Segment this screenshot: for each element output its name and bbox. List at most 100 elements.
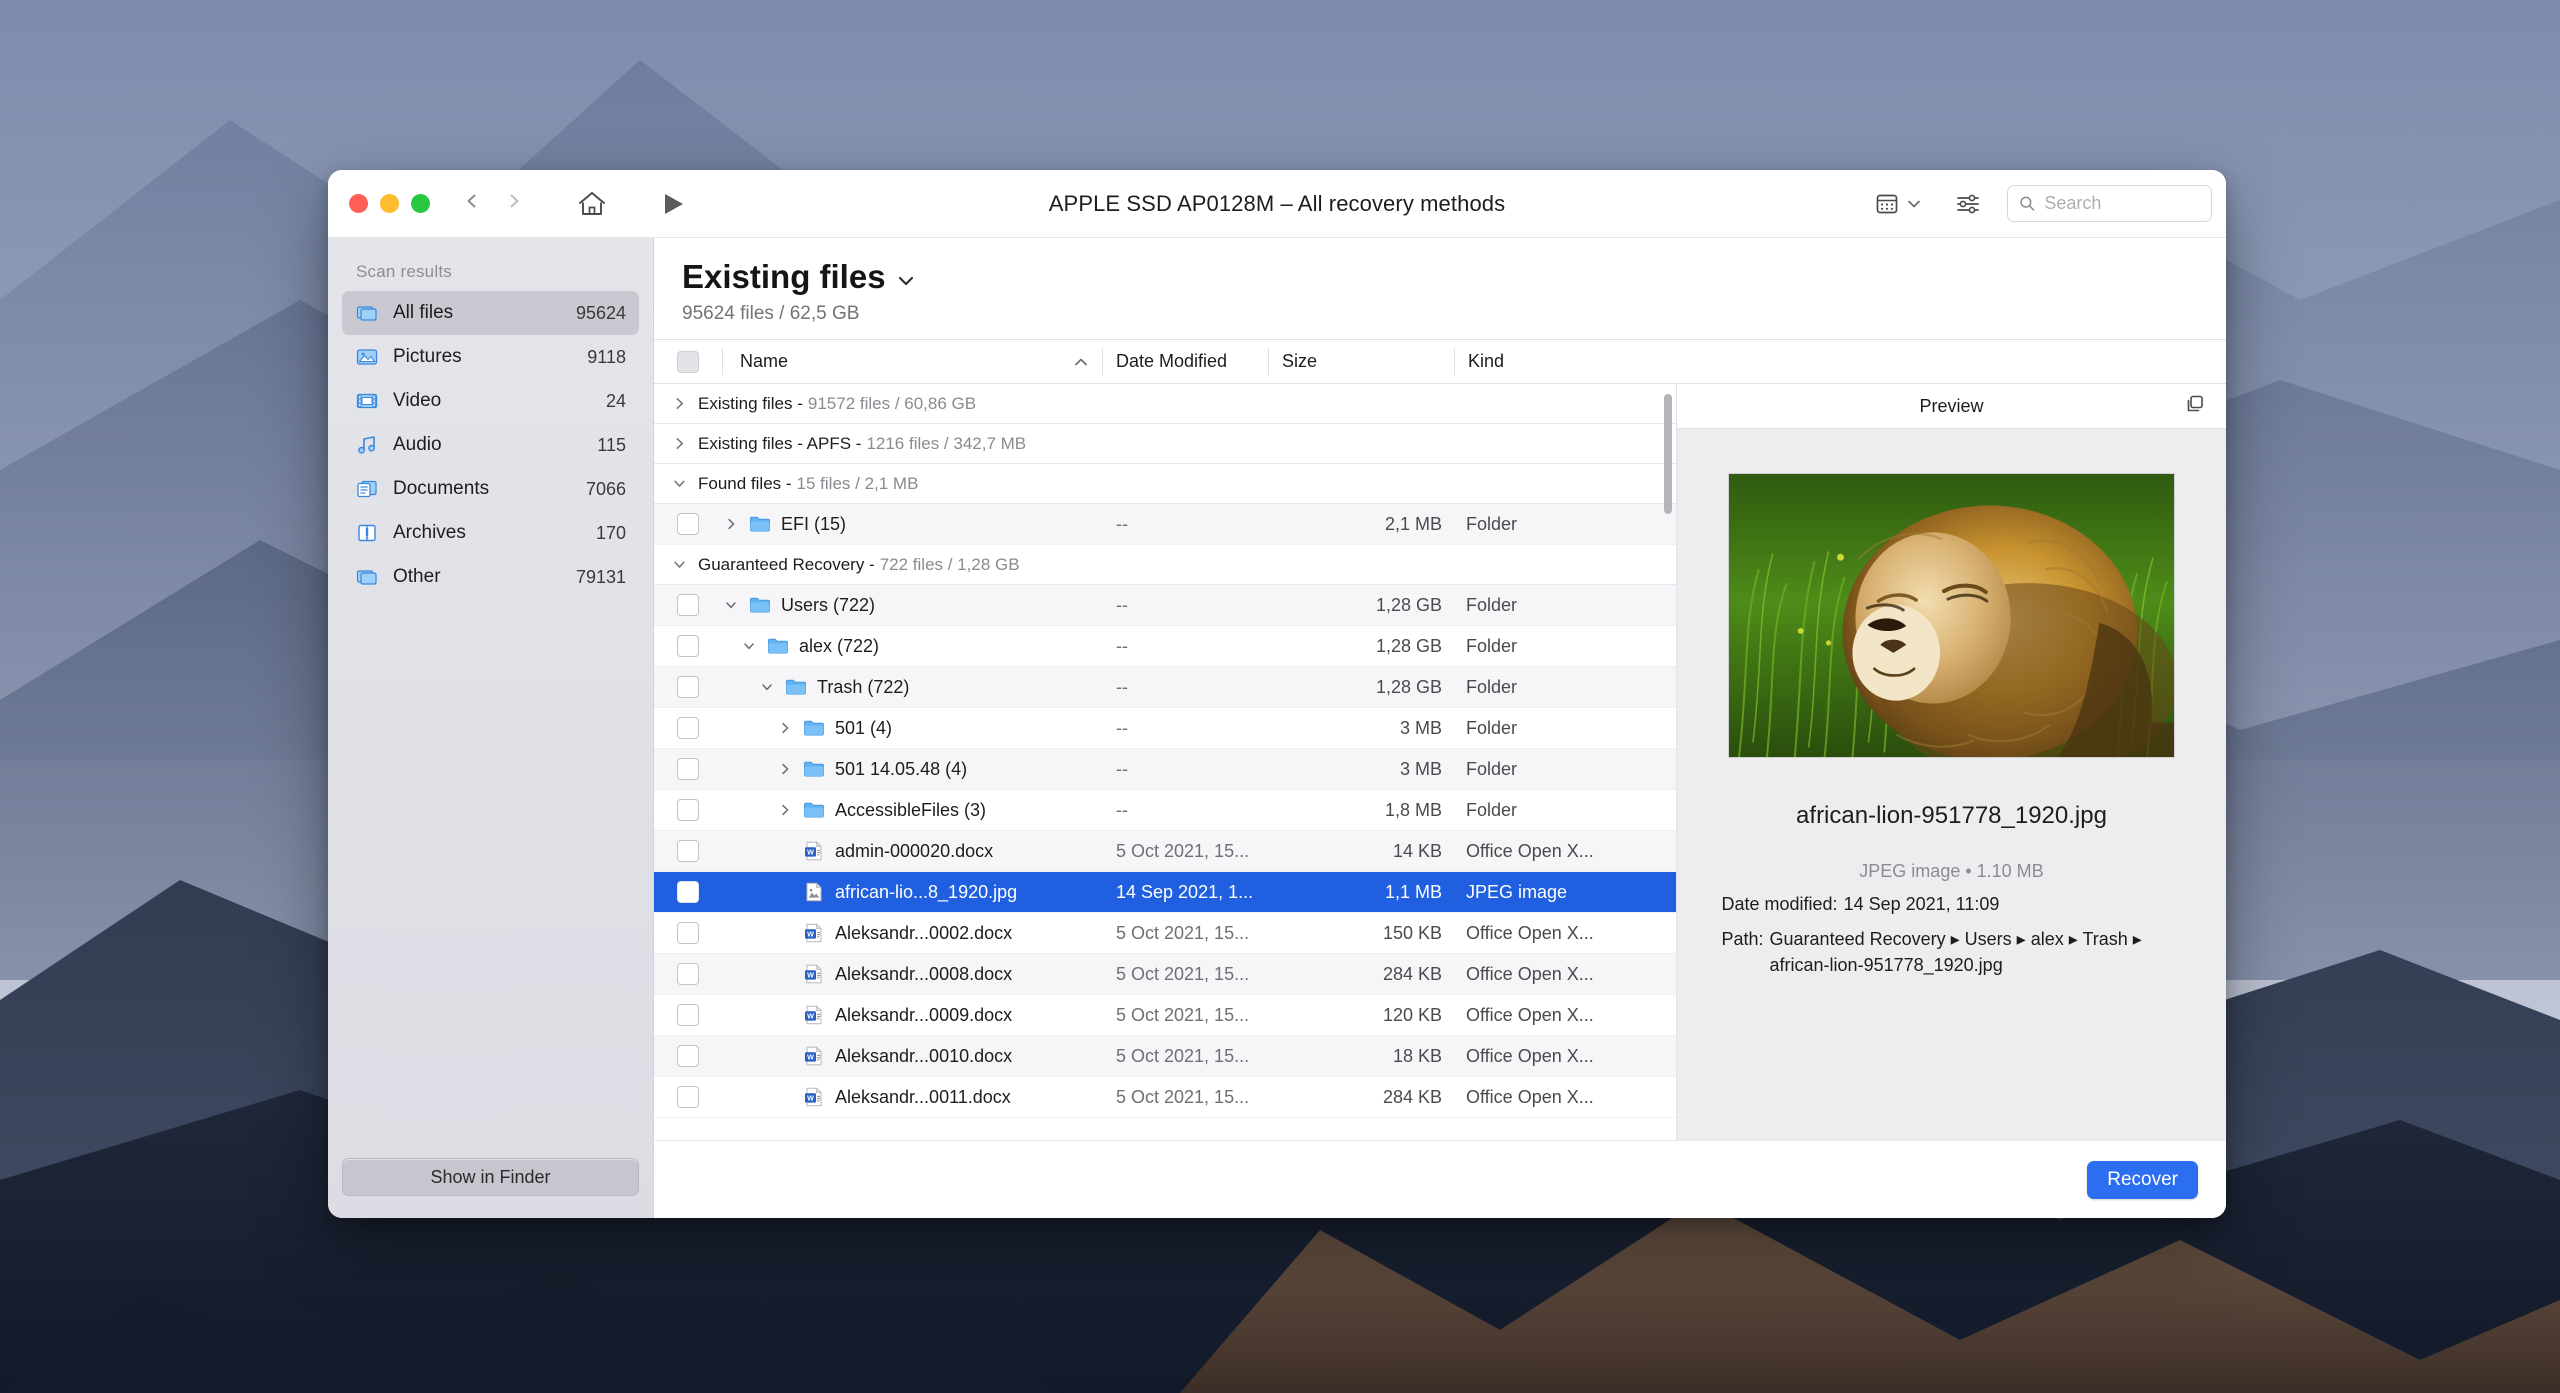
table-row[interactable]: 501 14.05.48 (4) -- 3 MB Folder bbox=[654, 749, 1676, 790]
select-all-checkbox-cell[interactable] bbox=[654, 340, 722, 383]
table-row[interactable]: Users (722) -- 1,28 GB Folder bbox=[654, 585, 1676, 626]
view-mode-button[interactable] bbox=[1874, 191, 1921, 217]
table-row[interactable]: Trash (722) -- 1,28 GB Folder bbox=[654, 667, 1676, 708]
row-checkbox[interactable] bbox=[677, 922, 699, 944]
group-disclosure-triangle[interactable] bbox=[672, 436, 688, 451]
row-checkbox-cell[interactable] bbox=[654, 635, 722, 657]
row-checkbox-cell[interactable] bbox=[654, 513, 722, 535]
table-row[interactable]: alex (722) -- 1,28 GB Folder bbox=[654, 626, 1676, 667]
filter-options-button[interactable] bbox=[1955, 191, 1981, 217]
row-checkbox[interactable] bbox=[677, 1004, 699, 1026]
row-checkbox-cell[interactable] bbox=[654, 676, 722, 698]
sidebar-item-audio[interactable]: Audio 115 bbox=[342, 423, 639, 467]
search-input[interactable] bbox=[2044, 193, 2200, 214]
row-disclosure-triangle[interactable] bbox=[722, 517, 740, 531]
row-filename: Aleksandr...0010.docx bbox=[835, 1045, 1013, 1066]
row-checkbox[interactable] bbox=[677, 758, 699, 780]
column-header-date-modified[interactable]: Date Modified bbox=[1102, 340, 1268, 383]
forward-button[interactable] bbox=[505, 192, 523, 215]
home-button[interactable] bbox=[577, 190, 607, 218]
row-checkbox-cell[interactable] bbox=[654, 799, 722, 821]
group-row[interactable]: Existing files -91572 files / 60,86 GB bbox=[654, 384, 1676, 424]
table-row[interactable]: W Aleksandr...0011.docx 5 Oct 2021, 15... 2… bbox=[654, 1077, 1676, 1118]
row-checkbox-cell[interactable] bbox=[654, 840, 722, 862]
column-header-name[interactable]: Name bbox=[722, 340, 1102, 383]
table-row[interactable]: Wadmin-000020.docx 5 Oct 2021, 15... 14 KB… bbox=[654, 831, 1676, 872]
column-header-size[interactable]: Size bbox=[1268, 340, 1454, 383]
table-row[interactable]: african-lio...8_1920.jpg 14 Sep 2021, 1..… bbox=[654, 872, 1676, 913]
row-checkbox[interactable] bbox=[677, 594, 699, 616]
row-checkbox[interactable] bbox=[677, 799, 699, 821]
row-checkbox[interactable] bbox=[677, 676, 699, 698]
page-title-row: Existing files bbox=[682, 258, 2226, 296]
table-row[interactable]: W Aleksandr...0010.docx 5 Oct 2021, 15... 1… bbox=[654, 1036, 1676, 1077]
row-checkbox[interactable] bbox=[677, 881, 699, 903]
row-checkbox[interactable] bbox=[677, 963, 699, 985]
show-in-finder-button[interactable]: Show in Finder bbox=[342, 1158, 639, 1196]
row-filename: Trash (722) bbox=[817, 676, 910, 697]
row-disclosure-triangle[interactable] bbox=[722, 598, 740, 612]
sidebar-item-documents[interactable]: Documents 7066 bbox=[342, 467, 639, 511]
row-date-modified: 5 Oct 2021, 15... bbox=[1116, 1004, 1250, 1025]
folder-icon bbox=[766, 634, 790, 658]
zoom-window-button[interactable] bbox=[411, 194, 430, 213]
minimize-window-button[interactable] bbox=[380, 194, 399, 213]
start-scan-button[interactable] bbox=[663, 192, 685, 216]
table-row[interactable]: W Aleksandr...0002.docx 5 Oct 2021, 15... 1… bbox=[654, 913, 1676, 954]
row-checkbox-cell[interactable] bbox=[654, 922, 722, 944]
scrollbar-thumb[interactable] bbox=[1664, 394, 1672, 514]
sidebar-item-pictures[interactable]: Pictures 9118 bbox=[342, 335, 639, 379]
vertical-scrollbar[interactable] bbox=[1662, 388, 1674, 1136]
docx-icon: W bbox=[805, 841, 822, 861]
sidebar-item-video[interactable]: Video 24 bbox=[342, 379, 639, 423]
recover-button[interactable]: Recover bbox=[2087, 1160, 2198, 1199]
row-disclosure-triangle[interactable] bbox=[758, 680, 776, 694]
row-checkbox-cell[interactable] bbox=[654, 1045, 722, 1067]
row-checkbox-cell[interactable] bbox=[654, 594, 722, 616]
table-row[interactable]: 501 (4) -- 3 MB Folder bbox=[654, 708, 1676, 749]
row-disclosure-triangle[interactable] bbox=[740, 639, 758, 653]
sidebar-item-archives[interactable]: Archives 170 bbox=[342, 511, 639, 555]
row-name-cell: W Aleksandr...0011.docx bbox=[722, 1085, 1102, 1109]
row-kind: Folder bbox=[1466, 799, 1518, 820]
row-checkbox-cell[interactable] bbox=[654, 717, 722, 739]
group-row[interactable]: Existing files - APFS -1216 files / 342,… bbox=[654, 424, 1676, 464]
page-title-dropdown[interactable] bbox=[896, 258, 916, 296]
row-checkbox-cell[interactable] bbox=[654, 758, 722, 780]
close-window-button[interactable] bbox=[349, 194, 368, 213]
row-checkbox[interactable] bbox=[677, 717, 699, 739]
row-filename: admin-000020.docx bbox=[835, 840, 994, 861]
group-row[interactable]: Found files -15 files / 2,1 MB bbox=[654, 464, 1676, 504]
row-checkbox[interactable] bbox=[677, 513, 699, 535]
chevron-right-icon bbox=[782, 763, 789, 775]
back-button[interactable] bbox=[463, 192, 481, 215]
row-checkbox[interactable] bbox=[677, 840, 699, 862]
row-checkbox-cell[interactable] bbox=[654, 1004, 722, 1026]
row-checkbox[interactable] bbox=[677, 1045, 699, 1067]
open-in-new-window-button[interactable] bbox=[2184, 393, 2206, 420]
file-list[interactable]: Existing files -91572 files / 60,86 GB Ex… bbox=[654, 384, 1677, 1140]
search-box[interactable] bbox=[2007, 185, 2212, 222]
group-disclosure-triangle[interactable] bbox=[672, 396, 688, 411]
row-disclosure-triangle[interactable] bbox=[776, 721, 794, 735]
row-disclosure-triangle[interactable] bbox=[776, 803, 794, 817]
select-all-checkbox[interactable] bbox=[677, 350, 699, 373]
row-checkbox[interactable] bbox=[677, 1086, 699, 1108]
column-header-kind[interactable]: Kind bbox=[1454, 340, 2226, 383]
row-checkbox[interactable] bbox=[677, 635, 699, 657]
table-row[interactable]: EFI (15) -- 2,1 MB Folder bbox=[654, 504, 1676, 545]
group-disclosure-triangle[interactable] bbox=[672, 476, 688, 491]
row-checkbox-cell[interactable] bbox=[654, 963, 722, 985]
row-disclosure-triangle[interactable] bbox=[776, 762, 794, 776]
sidebar-item-all-files[interactable]: All files 95624 bbox=[342, 291, 639, 335]
sidebar-item-other[interactable]: Other 79131 bbox=[342, 555, 639, 599]
chevron-down-icon bbox=[674, 561, 685, 568]
pictures-icon bbox=[354, 346, 380, 368]
table-row[interactable]: W Aleksandr...0008.docx 5 Oct 2021, 15... 2… bbox=[654, 954, 1676, 995]
group-disclosure-triangle[interactable] bbox=[672, 557, 688, 572]
table-row[interactable]: W Aleksandr...0009.docx 5 Oct 2021, 15... 1… bbox=[654, 995, 1676, 1036]
table-row[interactable]: AccessibleFiles (3) -- 1,8 MB Folder bbox=[654, 790, 1676, 831]
row-checkbox-cell[interactable] bbox=[654, 1086, 722, 1108]
row-checkbox-cell[interactable] bbox=[654, 881, 722, 903]
group-row[interactable]: Guaranteed Recovery -722 files / 1,28 GB bbox=[654, 545, 1676, 585]
